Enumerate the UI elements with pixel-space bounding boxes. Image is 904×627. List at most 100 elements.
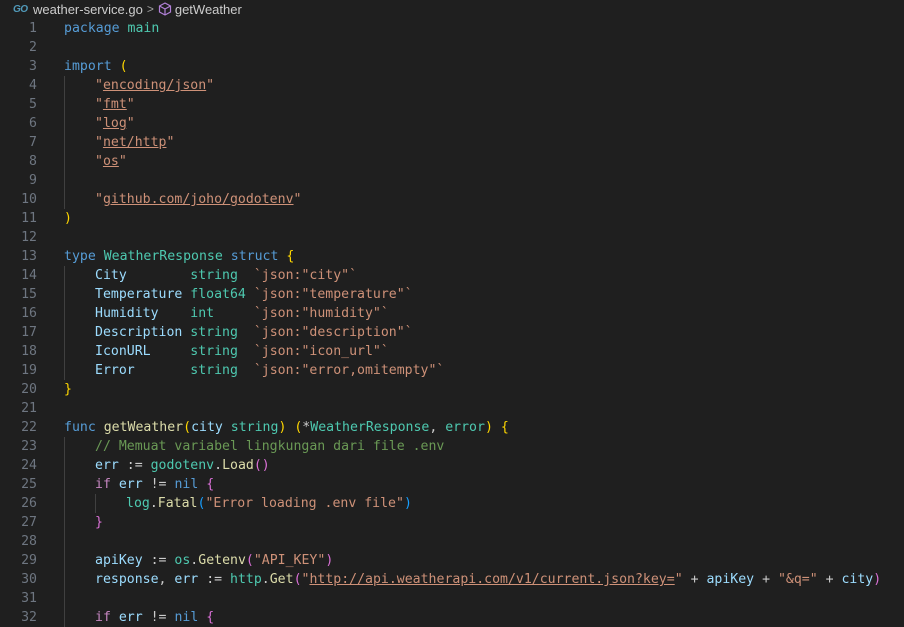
code-line[interactable]: 15 Temperature float64 `json:"temperature… bbox=[0, 285, 904, 304]
line-content[interactable]: "os" bbox=[37, 152, 127, 171]
code-line[interactable]: 12 bbox=[0, 228, 904, 247]
code-token: error bbox=[445, 420, 485, 435]
code-line[interactable]: 23 // Memuat variabel lingkungan dari fil… bbox=[0, 437, 904, 456]
line-content[interactable]: City string `json:"city"` bbox=[37, 266, 357, 285]
code-token: " bbox=[166, 135, 175, 150]
indent-guide bbox=[64, 133, 95, 152]
code-line[interactable]: 24 err := godotenv.Load() bbox=[0, 456, 904, 475]
line-content[interactable]: Error string `json:"error,omitempty"` bbox=[37, 361, 444, 380]
code-token: float64 bbox=[190, 287, 246, 302]
code-token: := bbox=[118, 458, 151, 473]
code-token: encoding/json bbox=[102, 78, 207, 93]
breadcrumb-file[interactable]: weather-service.go bbox=[33, 2, 143, 17]
line-number: 2 bbox=[29, 40, 37, 55]
line-number: 25 bbox=[21, 477, 37, 492]
indent-guide bbox=[64, 437, 95, 456]
code-token: != bbox=[142, 477, 175, 492]
code-line[interactable]: 11) bbox=[0, 209, 904, 228]
line-content[interactable] bbox=[37, 38, 64, 57]
line-number: 6 bbox=[29, 116, 37, 131]
code-token: WeatherResponse bbox=[310, 420, 430, 435]
line-number: 13 bbox=[21, 249, 37, 264]
line-content[interactable]: "fmt" bbox=[37, 95, 135, 114]
code-line[interactable]: 17 Description string `json:"description"… bbox=[0, 323, 904, 342]
line-content[interactable]: "log" bbox=[37, 114, 135, 133]
code-line[interactable]: 9 bbox=[0, 171, 904, 190]
code-line[interactable]: 27} bbox=[0, 513, 904, 532]
code-line[interactable]: 4 "encoding/json" bbox=[0, 76, 904, 95]
line-number: 18 bbox=[21, 344, 37, 359]
line-content[interactable]: Humidity int `json:"humidity"` bbox=[37, 304, 389, 323]
code-token: `json:"icon_url"` bbox=[253, 344, 389, 359]
code-line[interactable]: 5 "fmt" bbox=[0, 95, 904, 114]
code-token: func bbox=[64, 420, 96, 435]
line-content[interactable]: apiKey := os.Getenv("API_KEY") bbox=[37, 551, 333, 570]
code-line[interactable]: 26 log.Fatal("Error loading .env file") bbox=[0, 494, 904, 513]
code-line[interactable]: 3 import ( bbox=[0, 57, 904, 76]
line-content[interactable]: // Memuat variabel lingkungan dari file … bbox=[37, 437, 444, 456]
code-line[interactable]: 1 package main bbox=[0, 19, 904, 38]
line-content[interactable]: IconURL string `json:"icon_url"` bbox=[37, 342, 389, 361]
indent-guide bbox=[64, 608, 95, 627]
code-token: " bbox=[95, 154, 103, 169]
code-line[interactable]: 29 apiKey := os.Getenv("API_KEY") bbox=[0, 551, 904, 570]
line-content[interactable] bbox=[37, 228, 64, 247]
line-content[interactable]: if err != nil { bbox=[37, 475, 214, 494]
line-content[interactable] bbox=[37, 589, 95, 608]
line-number: 23 bbox=[21, 439, 37, 454]
code-line[interactable]: 7 "net/http" bbox=[0, 133, 904, 152]
code-line[interactable]: 22 func getWeather(city string) (*Weather… bbox=[0, 418, 904, 437]
code-line[interactable]: 13 type WeatherResponse struct { bbox=[0, 247, 904, 266]
code-token: http://api.weatherapi.com/v1/current.jso… bbox=[309, 572, 675, 587]
code-token: } bbox=[64, 382, 72, 397]
code-line[interactable]: 20} bbox=[0, 380, 904, 399]
line-content[interactable] bbox=[37, 532, 95, 551]
line-content[interactable]: Description string `json:"description"` bbox=[37, 323, 413, 342]
code-line[interactable]: 28 bbox=[0, 532, 904, 551]
line-number: 5 bbox=[29, 97, 37, 112]
line-content[interactable]: type WeatherResponse struct { bbox=[37, 247, 294, 266]
code-line[interactable]: 18 IconURL string `json:"icon_url"` bbox=[0, 342, 904, 361]
indent-guide bbox=[64, 152, 95, 171]
code-line[interactable]: 31 bbox=[0, 589, 904, 608]
code-line[interactable]: 21 bbox=[0, 399, 904, 418]
line-content[interactable]: } bbox=[37, 513, 103, 532]
line-content[interactable]: ) bbox=[37, 209, 72, 228]
line-content[interactable]: "github.com/joho/godotenv" bbox=[37, 190, 301, 209]
code-line[interactable]: 30 response, err := http.Get("http://api.… bbox=[0, 570, 904, 589]
line-content[interactable]: "net/http" bbox=[37, 133, 174, 152]
code-line[interactable]: 10 "github.com/joho/godotenv" bbox=[0, 190, 904, 209]
line-content[interactable]: response, err := http.Get("http://api.we… bbox=[37, 570, 881, 589]
code-line[interactable]: 16 Humidity int `json:"humidity"` bbox=[0, 304, 904, 323]
code-line[interactable]: 8 "os" bbox=[0, 152, 904, 171]
code-line[interactable]: 2 bbox=[0, 38, 904, 57]
line-content[interactable]: package main bbox=[37, 19, 159, 38]
line-content[interactable]: err := godotenv.Load() bbox=[37, 456, 270, 475]
code-editor[interactable]: GO weather-service.go > getWeather 1 pack… bbox=[0, 0, 904, 627]
code-lines[interactable]: 1 package main 2 3 import (4 "encoding/json" 5… bbox=[0, 19, 904, 627]
line-content[interactable]: } bbox=[37, 380, 72, 399]
code-line[interactable]: 14 City string `json:"city"` bbox=[0, 266, 904, 285]
line-content[interactable]: if err != nil { bbox=[37, 608, 214, 627]
line-content[interactable]: "encoding/json" bbox=[37, 76, 214, 95]
indent-guide bbox=[64, 532, 95, 551]
line-content[interactable]: log.Fatal("Error loading .env file") bbox=[37, 494, 412, 513]
code-line[interactable]: 25 if err != nil { bbox=[0, 475, 904, 494]
line-content[interactable] bbox=[37, 171, 95, 190]
code-line[interactable]: 6 "log" bbox=[0, 114, 904, 133]
code-token: , bbox=[158, 572, 175, 587]
code-line[interactable]: 32 if err != nil { bbox=[0, 608, 904, 627]
code-token: { bbox=[206, 610, 215, 625]
line-content[interactable] bbox=[37, 399, 64, 418]
breadcrumb-symbol[interactable]: getWeather bbox=[175, 2, 242, 17]
line-content[interactable]: func getWeather(city string) (*WeatherRe… bbox=[37, 418, 509, 437]
code-token: `json:"error,omitempty"` bbox=[253, 363, 445, 378]
line-content[interactable]: import ( bbox=[37, 57, 128, 76]
code-line[interactable]: 19 Error string `json:"error,omitempty"` bbox=[0, 361, 904, 380]
code-token: , bbox=[429, 420, 446, 435]
line-content[interactable]: Temperature float64 `json:"temperature"` bbox=[37, 285, 413, 304]
code-token: string bbox=[230, 420, 279, 435]
